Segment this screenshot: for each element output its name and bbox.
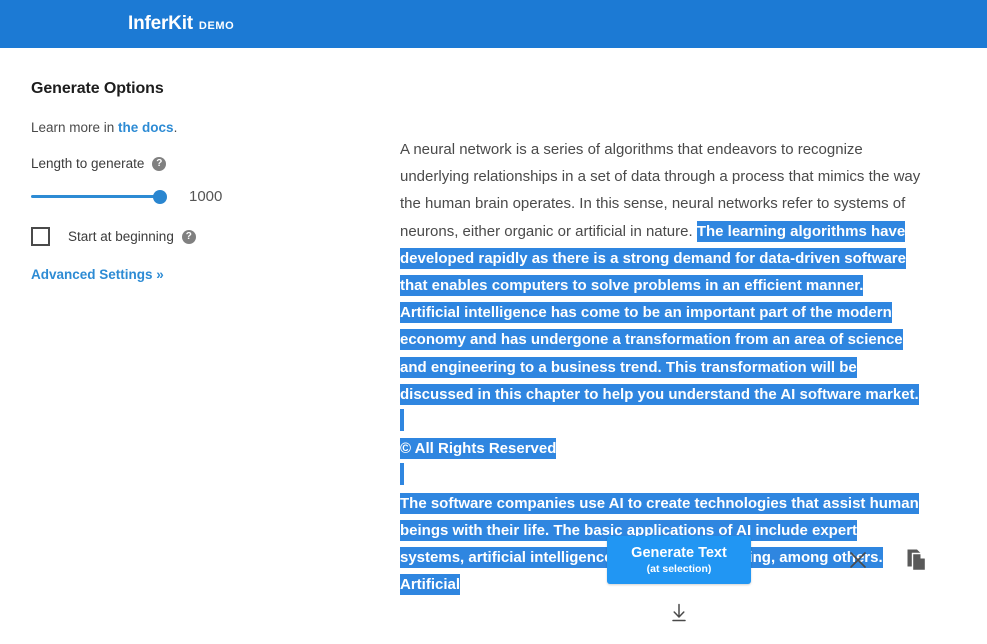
copy-button[interactable] <box>903 546 931 574</box>
editor-paragraph[interactable]: A neural network is a series of algorith… <box>400 136 924 408</box>
generate-text-sublabel: (at selection) <box>646 563 712 576</box>
brand-logo[interactable]: InferKit DEMO <box>128 13 234 35</box>
selection-sliver <box>400 463 404 486</box>
length-slider[interactable] <box>31 189 167 205</box>
generate-text-label: Generate Text <box>631 544 727 561</box>
length-to-generate-label-row: Length to generate ? <box>31 156 400 171</box>
close-button[interactable] <box>844 546 872 574</box>
copy-icon <box>906 548 928 572</box>
start-at-beginning-checkbox[interactable] <box>31 227 50 246</box>
text-editor[interactable]: A neural network is a series of algorith… <box>400 136 924 598</box>
docs-link[interactable]: the docs <box>118 120 174 135</box>
start-at-beginning-row: Start at beginning ? <box>31 227 400 246</box>
advanced-settings-link[interactable]: Advanced Settings » <box>31 267 164 282</box>
download-button[interactable] <box>665 599 693 627</box>
learn-more-suffix: . <box>173 120 178 135</box>
selection-sliver <box>400 409 404 432</box>
slider-thumb[interactable] <box>153 189 167 204</box>
slider-track[interactable] <box>31 195 163 198</box>
editor-text-selected: © All Rights Reserved <box>400 438 557 460</box>
length-to-generate-label: Length to generate <box>31 156 145 171</box>
editor-paragraph[interactable]: © All Rights Reserved <box>400 435 924 462</box>
editor-blank-line[interactable] <box>400 408 924 435</box>
page-title: Generate Options <box>31 80 164 97</box>
close-icon <box>848 550 868 570</box>
page-body: Generate Options Learn more in the docs.… <box>0 48 987 644</box>
learn-more-text: Learn more in the docs. <box>31 120 400 135</box>
action-bar: Generate Text (at selection) <box>0 534 987 644</box>
brand-tag: DEMO <box>198 20 235 32</box>
app-header: InferKit DEMO <box>0 0 987 48</box>
download-icon <box>670 603 688 623</box>
learn-more-prefix: Learn more in <box>31 120 119 135</box>
help-icon[interactable]: ? <box>152 156 167 171</box>
length-slider-row: 1000 <box>31 188 400 205</box>
length-value: 1000 <box>189 188 223 205</box>
start-at-beginning-label: Start at beginning <box>68 229 174 244</box>
editor-text-selected: The learning algorithms have developed r… <box>400 220 919 405</box>
brand-name: InferKit <box>128 13 193 34</box>
editor-blank-line[interactable] <box>400 462 924 489</box>
generate-text-button[interactable]: Generate Text (at selection) <box>607 536 751 584</box>
help-icon[interactable]: ? <box>181 229 196 244</box>
